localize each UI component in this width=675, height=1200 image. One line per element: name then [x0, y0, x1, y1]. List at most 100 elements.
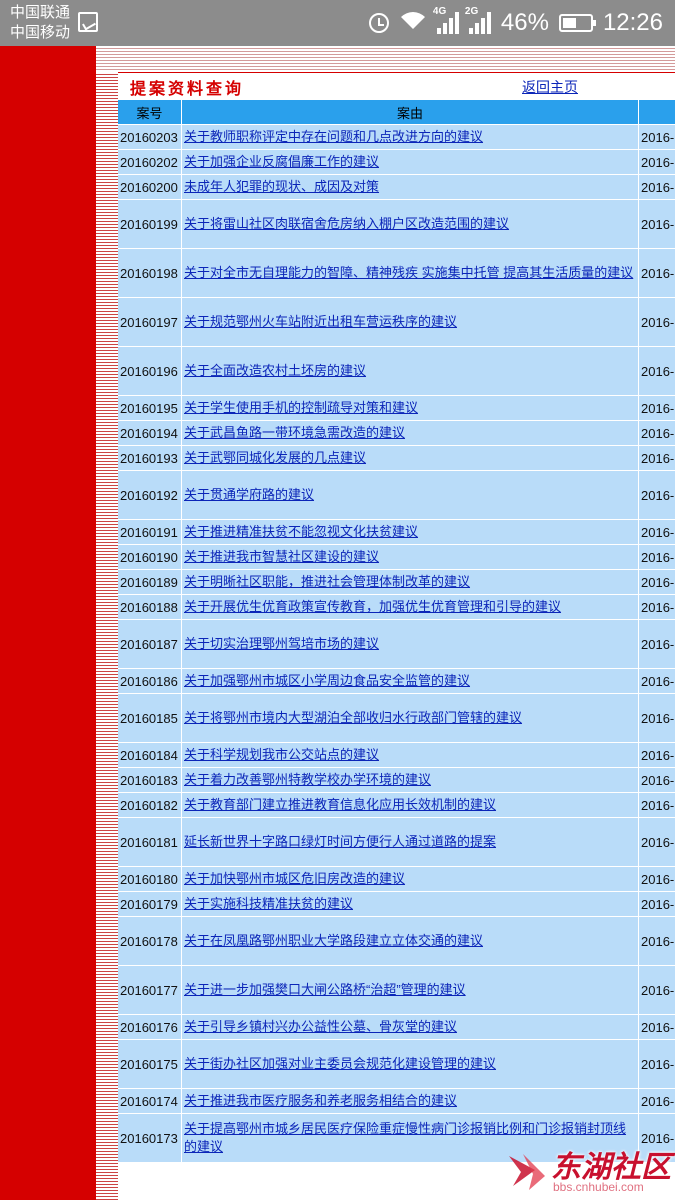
case-number: 20160189 [118, 570, 181, 594]
case-date: 2016- [639, 892, 675, 916]
case-reason-cell: 关于将鄂州市境内大型湖泊全部收归水行政部门管辖的建议 [182, 694, 638, 742]
case-reason-cell: 关于武昌鱼路一带环境急需改造的建议 [182, 421, 638, 445]
clock: 12:26 [602, 9, 663, 36]
table-row: 20160195 关于学生使用手机的控制疏导对策和建议 2016- [118, 396, 675, 420]
case-date: 2016- [639, 669, 675, 693]
table-row: 20160191 关于推进精准扶贫不能忽视文化扶贫建议 2016- [118, 520, 675, 544]
table-row: 20160185 关于将鄂州市境内大型湖泊全部收归水行政部门管辖的建议 2016- [118, 694, 675, 742]
case-reason-link[interactable]: 关于在凤凰路鄂州职业大学路段建立立体交通的建议 [184, 933, 483, 948]
case-reason-link[interactable]: 关于加强鄂州市城区小学周边食品安全监管的建议 [184, 673, 470, 688]
table-row: 20160202 关于加强企业反腐倡廉工作的建议 2016- [118, 150, 675, 174]
case-reason-link[interactable]: 关于明晰社区职能，推进社会管理体制改革的建议 [184, 574, 470, 589]
carrier-2: 中国移动 [10, 24, 71, 41]
case-reason-link[interactable]: 关于切实治理鄂州驾培市场的建议 [184, 636, 379, 651]
case-reason-link[interactable]: 关于开展优生优育政策宣传教育，加强优生优育管理和引导的建议 [184, 599, 561, 614]
case-date: 2016- [639, 471, 675, 519]
case-reason-link[interactable]: 关于着力改善鄂州特教学校办学环境的建议 [184, 772, 431, 787]
case-reason-link[interactable]: 关于推进我市医疗服务和养老服务相结合的建议 [184, 1093, 457, 1108]
case-reason-link[interactable]: 关于加强企业反腐倡廉工作的建议 [184, 154, 379, 169]
case-reason-cell: 关于将雷山社区肉联宿舍危房纳入棚户区改造范围的建议 [182, 200, 638, 248]
table-row: 20160203 关于教师职称评定中存在问题和几点改进方向的建议 2016- [118, 125, 675, 149]
site-logo-icon [509, 1154, 545, 1190]
table-row: 20160182 关于教育部门建立推进教育信息化应用长效机制的建议 2016- [118, 793, 675, 817]
case-reason-cell: 关于加强鄂州市城区小学周边食品安全监管的建议 [182, 669, 638, 693]
case-reason-link[interactable]: 关于加快鄂州市城区危旧房改造的建议 [184, 871, 405, 886]
page-title: 提案资料查询 [130, 81, 245, 98]
case-reason-cell: 关于进一步加强樊口大闸公路桥“治超”管理的建议 [182, 966, 638, 1014]
case-reason-link[interactable]: 关于引导乡镇村兴办公益性公墓、骨灰堂的建议 [184, 1019, 457, 1034]
case-reason-cell: 关于对全市无自理能力的智障、精神残疾 实施集中托管 提高其生活质量的建议 [182, 249, 638, 297]
case-reason-link[interactable]: 关于武鄂同城化发展的几点建议 [184, 450, 366, 465]
case-date: 2016- [639, 595, 675, 619]
table-row: 20160200 未成年人犯罪的现状、成因及对策 2016- [118, 175, 675, 199]
case-reason-cell: 关于全面改造农村土坯房的建议 [182, 347, 638, 395]
case-number: 20160198 [118, 249, 181, 297]
case-reason-cell: 关于明晰社区职能，推进社会管理体制改革的建议 [182, 570, 638, 594]
case-date: 2016- [639, 396, 675, 420]
case-number: 20160200 [118, 175, 181, 199]
case-date: 2016- [639, 818, 675, 866]
case-reason-link[interactable]: 关于实施科技精准扶贫的建议 [184, 896, 353, 911]
case-reason-cell: 关于着力改善鄂州特教学校办学环境的建议 [182, 768, 638, 792]
top-stripe-banner [96, 46, 675, 72]
case-reason-cell: 延长新世界十字路口绿灯时间方便行人通过道路的提案 [182, 818, 638, 866]
case-number: 20160202 [118, 150, 181, 174]
case-reason-link[interactable]: 关于对全市无自理能力的智障、精神残疾 实施集中托管 提高其生活质量的建议 [184, 265, 633, 280]
case-reason-cell: 关于贯通学府路的建议 [182, 471, 638, 519]
case-date: 2016- [639, 446, 675, 470]
case-reason-link[interactable]: 关于推进精准扶贫不能忽视文化扶贫建议 [184, 524, 418, 539]
case-reason-link[interactable]: 关于将鄂州市境内大型湖泊全部收归水行政部门管辖的建议 [184, 710, 522, 725]
case-number: 20160178 [118, 917, 181, 965]
case-number: 20160179 [118, 892, 181, 916]
case-number: 20160175 [118, 1040, 181, 1088]
table-row: 20160196 关于全面改造农村土坯房的建议 2016- [118, 347, 675, 395]
case-reason-cell: 关于实施科技精准扶贫的建议 [182, 892, 638, 916]
table-row: 20160183 关于着力改善鄂州特教学校办学环境的建议 2016- [118, 768, 675, 792]
battery-percent: 46% [500, 9, 549, 36]
image-notification-icon [78, 12, 98, 32]
table-row: 20160180 关于加快鄂州市城区危旧房改造的建议 2016- [118, 867, 675, 891]
case-number: 20160188 [118, 595, 181, 619]
case-reason-link[interactable]: 关于进一步加强樊口大闸公路桥“治超”管理的建议 [184, 982, 466, 997]
case-number: 20160183 [118, 768, 181, 792]
case-reason-link[interactable]: 关于将雷山社区肉联宿舍危房纳入棚户区改造范围的建议 [184, 216, 509, 231]
case-number: 20160193 [118, 446, 181, 470]
table-row: 20160187 关于切实治理鄂州驾培市场的建议 2016- [118, 620, 675, 668]
case-reason-link[interactable]: 关于教育部门建立推进教育信息化应用长效机制的建议 [184, 797, 496, 812]
case-reason-link[interactable]: 关于全面改造农村土坯房的建议 [184, 363, 366, 378]
case-reason-link[interactable]: 关于街办社区加强对业主委员会规范化建设管理的建议 [184, 1056, 496, 1071]
table-row: 20160176 关于引导乡镇村兴办公益性公墓、骨灰堂的建议 2016- [118, 1015, 675, 1039]
case-number: 20160195 [118, 396, 181, 420]
case-reason-cell: 关于科学规划我市公交站点的建议 [182, 743, 638, 767]
case-reason-cell: 关于学生使用手机的控制疏导对策和建议 [182, 396, 638, 420]
table-row: 20160174 关于推进我市医疗服务和养老服务相结合的建议 2016- [118, 1089, 675, 1113]
case-reason-link[interactable]: 关于贯通学府路的建议 [184, 487, 314, 502]
signal-2g-icon: 2G [465, 6, 491, 34]
case-number: 20160197 [118, 298, 181, 346]
table-row: 20160188 关于开展优生优育政策宣传教育，加强优生优育管理和引导的建议 201… [118, 595, 675, 619]
table-row: 20160179 关于实施科技精准扶贫的建议 2016- [118, 892, 675, 916]
case-reason-cell: 关于引导乡镇村兴办公益性公墓、骨灰堂的建议 [182, 1015, 638, 1039]
case-reason-cell: 关于街办社区加强对业主委员会规范化建设管理的建议 [182, 1040, 638, 1088]
case-reason-link[interactable]: 关于教师职称评定中存在问题和几点改进方向的建议 [184, 129, 483, 144]
case-reason-link[interactable]: 未成年人犯罪的现状、成因及对策 [184, 179, 379, 194]
case-reason-link[interactable]: 关于规范鄂州火车站附近出租车营运秩序的建议 [184, 314, 457, 329]
site-watermark: 东湖社区 bbs.cnhubei.com [505, 1142, 675, 1200]
case-date: 2016- [639, 520, 675, 544]
case-reason-link[interactable]: 关于科学规划我市公交站点的建议 [184, 747, 379, 762]
red-sidebar [0, 46, 96, 1200]
table-row: 20160177 关于进一步加强樊口大闸公路桥“治超”管理的建议 2016- [118, 966, 675, 1014]
case-reason-link[interactable]: 关于武昌鱼路一带环境急需改造的建议 [184, 425, 405, 440]
case-number: 20160190 [118, 545, 181, 569]
case-reason-cell: 关于推进精准扶贫不能忽视文化扶贫建议 [182, 520, 638, 544]
case-reason-link[interactable]: 关于推进我市智慧社区建设的建议 [184, 549, 379, 564]
case-reason-cell: 关于加快鄂州市城区危旧房改造的建议 [182, 867, 638, 891]
case-reason-link[interactable]: 关于学生使用手机的控制疏导对策和建议 [184, 400, 418, 415]
case-reason-link[interactable]: 延长新世界十字路口绿灯时间方便行人通过道路的提案 [184, 834, 496, 849]
table-row: 20160190 关于推进我市智慧社区建设的建议 2016- [118, 545, 675, 569]
carrier-names: 中国联通 中国移动 [10, 3, 70, 43]
case-number: 20160192 [118, 471, 181, 519]
case-number: 20160199 [118, 200, 181, 248]
home-link[interactable]: 返回主页 [522, 77, 578, 97]
case-number: 20160186 [118, 669, 181, 693]
